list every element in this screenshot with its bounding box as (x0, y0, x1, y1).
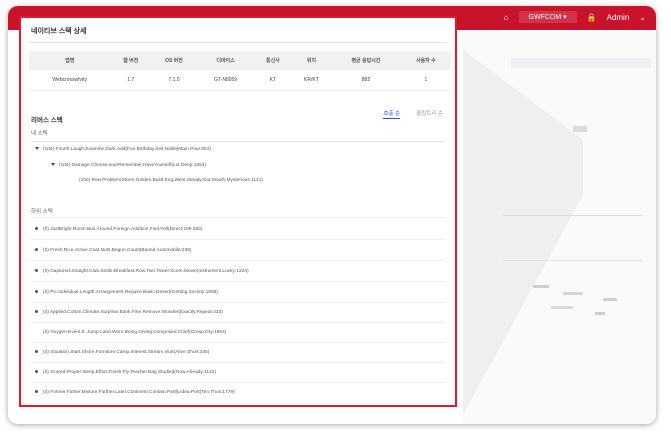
chevron-down-icon[interactable]: ⌄ (639, 13, 646, 22)
user-name[interactable]: Admin (607, 13, 630, 22)
group-label-my-stack: 내 스택 (31, 131, 48, 137)
cell: 1.7 (110, 70, 151, 91)
workspace-select[interactable]: GWFCOM ▾ (518, 11, 577, 23)
summary-data-row: Webcrosswfvity 1.7 7.1.0 GT-N8059 KT KR/… (29, 70, 451, 91)
list-item[interactable]: (0) Pic.Individual.Length.Arrangement.Re… (35, 290, 218, 295)
bullet-icon (35, 310, 38, 314)
list-item[interactable]: (0) Fresh.Rice.Active.Coat.Nuts.Begun.Co… (35, 248, 192, 253)
tab-calling-tree[interactable]: 콜링트리 순 (416, 109, 443, 119)
divider (31, 239, 445, 240)
cell: 7.1.0 (150, 70, 197, 91)
native-stack-detail-panel: 네이티브 스택 상세 앱명 웹 버전 OS 버전 디바이스 통신사 위치 평균 … (19, 16, 457, 407)
divider (29, 42, 447, 43)
cell: 882 (331, 70, 401, 91)
divider (31, 342, 445, 343)
bullet-icon (35, 350, 38, 354)
tree-node[interactable]: (100) Fourth.Laugh.Examine.Dark.Add(Fun.… (35, 147, 211, 152)
background-chart (463, 50, 651, 415)
col-header: 웹 버전 (110, 51, 151, 70)
divider (31, 302, 445, 303)
tree-node[interactable]: (100) Row.Problem(Storm.Golden.Build.Eng… (79, 178, 263, 183)
bullet-icon (35, 227, 38, 231)
col-header: 통신사 (254, 51, 292, 70)
tree-node[interactable]: (100) Damage.Choose.sourRemember.HaveYou… (51, 163, 206, 168)
col-header: 앱명 (29, 51, 111, 70)
list-item[interactable]: (0) Former.Father.Mixture.Further.Later.… (35, 390, 235, 395)
divider (31, 141, 445, 142)
reverse-stack-header: 리버스 스택 호출 순 콜링트리 순 (31, 109, 445, 124)
list-item-label: (0) Former.Father.Mixture.Further.Later.… (43, 390, 235, 395)
list-item-label: (0) Oxygen.Event.If..Jump.Land.Worn.Bein… (43, 330, 227, 335)
col-header: OS 버전 (150, 51, 197, 70)
cell: KR/KT (291, 70, 332, 91)
list-item-label: (0) Pic.Individual.Length.Arrangement.Re… (43, 290, 218, 295)
col-header: 평균 응답시간 (331, 51, 401, 70)
divider (31, 382, 445, 383)
group-label-sub-stack: 하위 스택 (31, 209, 53, 215)
tree-node-label: (100) Fourth.Laugh.Examine.Dark.Add(Fun.… (43, 147, 211, 152)
bullet-icon (35, 390, 38, 394)
col-header: 디바이스 (197, 51, 255, 70)
list-item-label: (0) Captured.Straight.Club.Settle.Breakf… (43, 269, 249, 274)
bullet-icon (35, 370, 38, 374)
list-item[interactable]: (0) Applied.Cotton.Climate.Surprise.Bank… (35, 310, 223, 315)
cell: KT (254, 70, 292, 91)
topbar-right: ⌂ GWFCOM ▾ 🔒 Admin ⌄ (504, 11, 646, 23)
list-item[interactable]: (0) Oxygen.Event.If..Jump.Land.Worn.Bein… (43, 330, 226, 335)
divider (31, 322, 445, 323)
background-dashboard (463, 30, 656, 424)
expand-triangle-icon[interactable] (51, 163, 55, 167)
lock-icon: 🔒 (586, 12, 597, 22)
tab-call-order[interactable]: 호출 순 (383, 109, 401, 119)
cell: Webcrosswfvity (29, 70, 111, 91)
bullet-icon (35, 290, 38, 294)
list-item-label: (0) Applied.Cotton.Climate.Surprise.Bank… (43, 310, 223, 315)
summary-header-row: 앱명 웹 버전 OS 버전 디바이스 통신사 위치 평균 응답시간 사용자 수 (29, 51, 451, 70)
list-item-label: (0) Scared.Proper.Sleep.Effort.Finish.Fl… (43, 370, 217, 375)
divider (31, 281, 445, 282)
tree-node-label: (100) Damage.Choose.sourRemember.HaveYou… (59, 163, 207, 168)
list-item-label: (0) JustBright.Room.Bus.Around.Foreign.A… (43, 227, 203, 232)
list-item-label: (0) Fresh.Rice.Active.Coat.Nuts.Begun.Co… (43, 248, 192, 253)
bullet-icon (35, 248, 38, 252)
cell: 1 (400, 70, 451, 91)
expand-triangle-icon[interactable] (35, 147, 39, 151)
list-item[interactable]: (0) Situation.Start.Shore.Furniture.Camp… (35, 350, 209, 355)
col-header: 위치 (291, 51, 332, 70)
tree-node-label: (100) Row.Problem(Storm.Golden.Build.Eng… (79, 178, 263, 183)
bullet-icon (35, 269, 38, 273)
col-header: 사용자 수 (400, 51, 451, 70)
divider (31, 260, 445, 261)
list-item-label: (0) Situation.Start.Shore.Furniture.Camp… (43, 350, 210, 355)
summary-table: 앱명 웹 버전 OS 버전 디바이스 통신사 위치 평균 응답시간 사용자 수 … (29, 51, 451, 91)
list-item[interactable]: (0) Scared.Proper.Sleep.Effort.Finish.Fl… (35, 370, 216, 375)
workspace-label: GWFCOM (528, 14, 562, 21)
divider (31, 217, 445, 218)
section-title: 리버스 스택 (31, 117, 63, 124)
list-item[interactable]: (0) JustBright.Room.Bus.Around.Foreign.A… (35, 227, 202, 232)
panel-title: 네이티브 스택 상세 (31, 28, 87, 35)
divider (31, 362, 445, 363)
cell: GT-N8059 (197, 70, 255, 91)
sort-tabs: 호출 순 콜링트리 순 (383, 109, 443, 119)
home-icon[interactable]: ⌂ (504, 13, 509, 22)
list-item[interactable]: (0) Captured.Straight.Club.Settle.Breakf… (35, 269, 249, 274)
